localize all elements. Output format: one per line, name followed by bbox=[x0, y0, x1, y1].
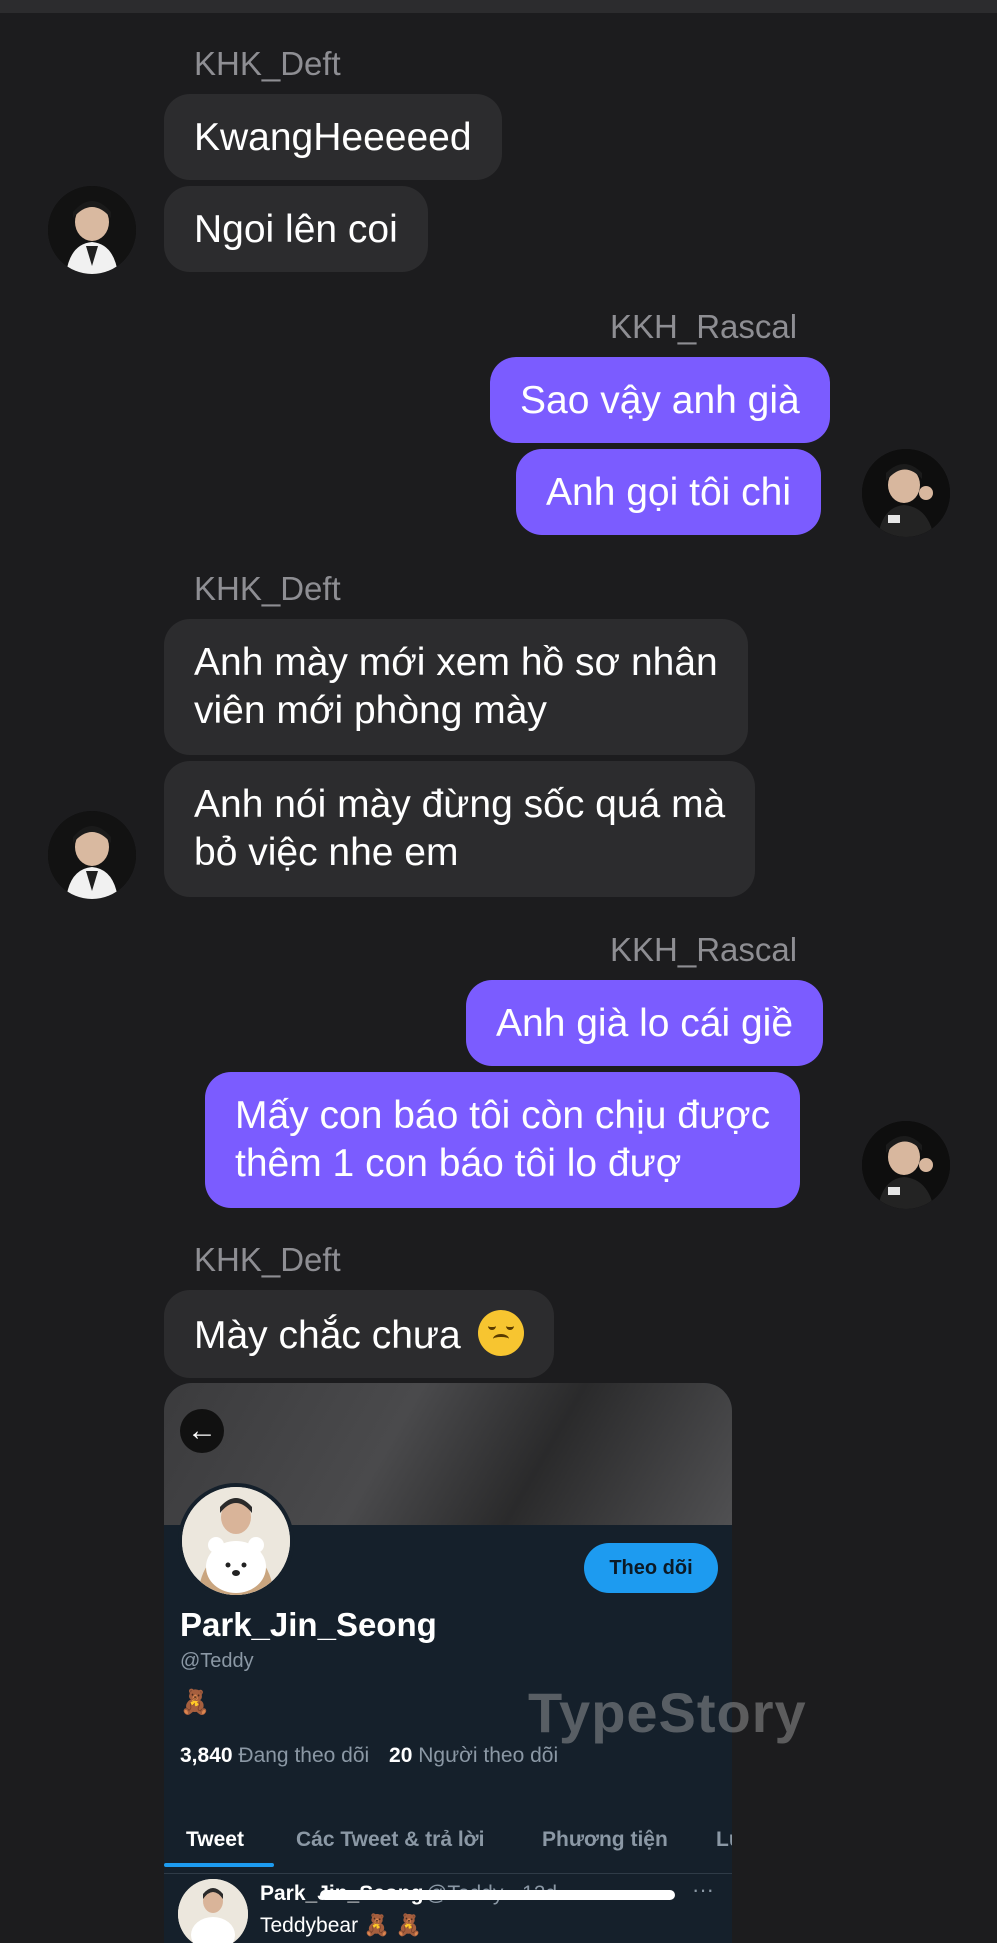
message-text-line: thêm 1 con báo tôi lo đượ bbox=[235, 1142, 682, 1185]
tweet-text: Teddybear 🧸 🧸 bbox=[260, 1914, 423, 1937]
profile-avatar[interactable] bbox=[178, 1483, 294, 1599]
message-bubble-outgoing[interactable]: Sao vậy anh già bbox=[490, 357, 830, 443]
followers-label[interactable]: Người theo dõi bbox=[418, 1744, 558, 1767]
sender-name-rascal: KKH_Rascal bbox=[610, 931, 798, 968]
message-text-line: viên mới phòng mày bbox=[194, 689, 547, 732]
top-bar bbox=[0, 0, 997, 13]
sender-name-rascal: KKH_Rascal bbox=[610, 308, 798, 345]
follow-button[interactable]: Theo dõi bbox=[584, 1543, 718, 1593]
message-bubble-incoming[interactable]: Mày chắc chưa bbox=[164, 1290, 554, 1378]
message-text: KwangHeeeeed bbox=[194, 116, 472, 159]
tweet-avatar[interactable] bbox=[178, 1879, 248, 1943]
avatar-rascal[interactable] bbox=[862, 1121, 950, 1209]
message-text: Sao vậy anh già bbox=[520, 379, 800, 422]
message-bubble-incoming[interactable]: Anh nói mày đừng sốc quá mà bỏ việc nhe … bbox=[164, 761, 756, 897]
shared-profile-card[interactable]: ← Theo dõi Park_Jin_Seong @Teddy 🧸 3,840… bbox=[164, 1383, 732, 1943]
profile-handle: @Teddy bbox=[180, 1650, 254, 1672]
sender-name-deft: KHK_Deft bbox=[194, 570, 341, 607]
message-bubble-incoming[interactable]: Ngoi lên coi bbox=[164, 186, 428, 272]
message-text: Ngoi lên coi bbox=[194, 208, 398, 251]
sender-name-deft: KHK_Deft bbox=[194, 1241, 341, 1278]
avatar-rascal[interactable] bbox=[862, 449, 950, 537]
sender-name-deft: KHK_Deft bbox=[194, 45, 341, 82]
home-indicator[interactable] bbox=[320, 1890, 675, 1900]
following-count: 3,840 bbox=[180, 1744, 233, 1767]
profile-bio: 🧸 bbox=[180, 1689, 210, 1716]
back-arrow-icon[interactable]: ← bbox=[180, 1409, 224, 1453]
message-text: Anh gọi tôi chi bbox=[546, 471, 791, 514]
message-bubble-incoming[interactable]: KwangHeeeeed bbox=[164, 94, 502, 180]
tab-likes[interactable]: Lư bbox=[716, 1827, 732, 1853]
message-text-line: bỏ việc nhe em bbox=[194, 831, 459, 874]
profile-stats: 3,840 Đang theo dõi 20 Người theo dõi bbox=[180, 1743, 558, 1769]
message-bubble-incoming[interactable]: Anh mày mới xem hồ sơ nhân viên mới phòn… bbox=[164, 619, 748, 755]
following-label[interactable]: Đang theo dõi bbox=[238, 1744, 369, 1767]
message-bubble-outgoing[interactable]: Mấy con báo tôi còn chịu được thêm 1 con… bbox=[205, 1072, 801, 1208]
tab-tweet[interactable]: Tweet bbox=[186, 1827, 244, 1853]
avatar-deft[interactable] bbox=[48, 811, 136, 899]
message-bubble-outgoing[interactable]: Anh gọi tôi chi bbox=[516, 449, 821, 535]
message-text: Mày chắc chưa bbox=[194, 1314, 461, 1357]
upside-down-face-icon bbox=[477, 1310, 524, 1356]
active-tab-indicator bbox=[164, 1863, 274, 1867]
message-text-line: Anh nói mày đừng sốc quá mà bbox=[194, 783, 726, 826]
more-options-icon[interactable]: ··· bbox=[692, 1877, 714, 1903]
tab-media[interactable]: Phương tiện bbox=[542, 1827, 668, 1853]
message-text-line: Mấy con báo tôi còn chịu được bbox=[235, 1094, 771, 1137]
message-text-line: Anh mày mới xem hồ sơ nhân bbox=[194, 641, 718, 684]
message-text: Anh già lo cái giề bbox=[496, 1002, 794, 1045]
avatar-deft[interactable] bbox=[48, 186, 136, 274]
message-bubble-outgoing[interactable]: Anh già lo cái giề bbox=[466, 980, 824, 1066]
profile-name: Park_Jin_Seong bbox=[180, 1606, 437, 1643]
followers-count: 20 bbox=[389, 1744, 413, 1767]
tab-tweets-replies[interactable]: Các Tweet & trả lời bbox=[296, 1827, 484, 1853]
watermark: TypeStory bbox=[528, 1681, 807, 1744]
